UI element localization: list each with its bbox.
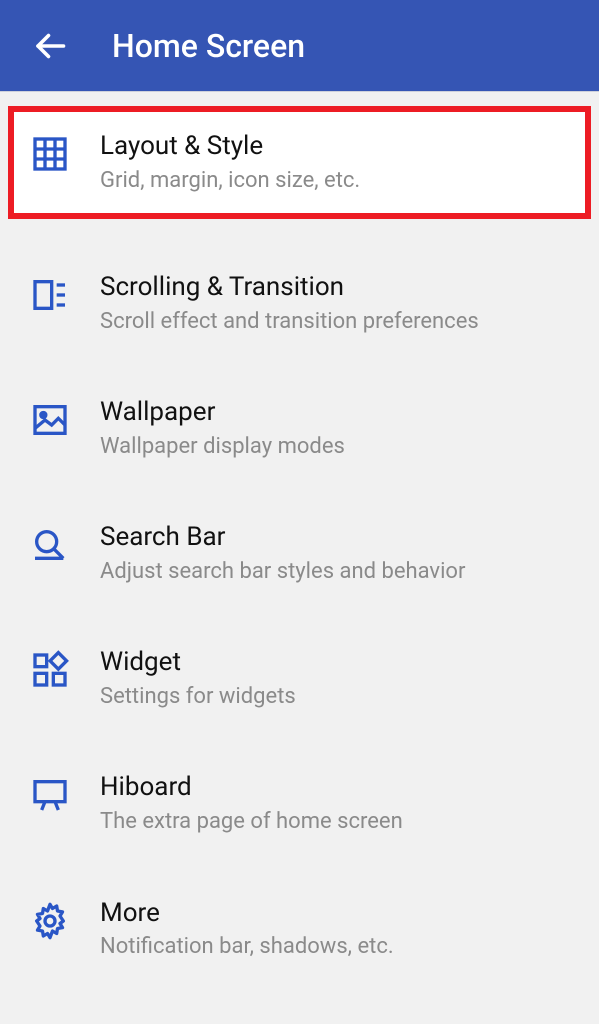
list-item-more[interactable]: More Notification bar, shadows, etc.	[0, 867, 599, 992]
item-title: Widget	[100, 646, 571, 679]
item-subtitle: Settings for widgets	[100, 683, 571, 712]
search-icon	[28, 523, 72, 567]
item-text: Widget Settings for widgets	[100, 646, 571, 711]
gear-icon	[28, 899, 72, 943]
list-item-widget[interactable]: Widget Settings for widgets	[0, 616, 599, 741]
item-text: Scrolling & Transition Scroll effect and…	[100, 271, 571, 336]
board-icon	[28, 773, 72, 817]
item-title: Scrolling & Transition	[100, 271, 571, 304]
item-subtitle: Adjust search bar styles and behavior	[100, 558, 571, 587]
arrow-left-icon	[32, 28, 68, 64]
list-item-layout-style[interactable]: Layout & Style Grid, margin, icon size, …	[8, 106, 591, 219]
item-subtitle: Scroll effect and transition preferences	[100, 308, 571, 337]
item-subtitle: The extra page of home screen	[100, 808, 571, 837]
widgets-icon	[28, 648, 72, 692]
item-subtitle: Grid, margin, icon size, etc.	[100, 167, 571, 196]
list-item-search-bar[interactable]: Search Bar Adjust search bar styles and …	[0, 491, 599, 616]
item-text: Layout & Style Grid, margin, icon size, …	[100, 130, 571, 195]
scroll-icon	[28, 273, 72, 317]
item-subtitle: Notification bar, shadows, etc.	[100, 933, 571, 962]
item-title: Search Bar	[100, 521, 571, 554]
item-text: Hiboard The extra page of home screen	[100, 771, 571, 836]
item-title: Layout & Style	[100, 130, 571, 163]
app-bar: Home Screen	[0, 0, 599, 92]
item-text: More Notification bar, shadows, etc.	[100, 897, 571, 962]
item-title: More	[100, 897, 571, 930]
list-item-wallpaper[interactable]: Wallpaper Wallpaper display modes	[0, 366, 599, 491]
page-title: Home Screen	[112, 27, 305, 65]
image-icon	[28, 398, 72, 442]
grid-icon	[28, 132, 72, 176]
list-item-hiboard[interactable]: Hiboard The extra page of home screen	[0, 741, 599, 866]
item-text: Wallpaper Wallpaper display modes	[100, 396, 571, 461]
item-text: Search Bar Adjust search bar styles and …	[100, 521, 571, 586]
item-title: Wallpaper	[100, 396, 571, 429]
item-subtitle: Wallpaper display modes	[100, 433, 571, 462]
list-item-scrolling[interactable]: Scrolling & Transition Scroll effect and…	[0, 241, 599, 366]
settings-list: Layout & Style Grid, margin, icon size, …	[0, 92, 599, 992]
item-title: Hiboard	[100, 771, 571, 804]
back-button[interactable]	[32, 28, 68, 64]
